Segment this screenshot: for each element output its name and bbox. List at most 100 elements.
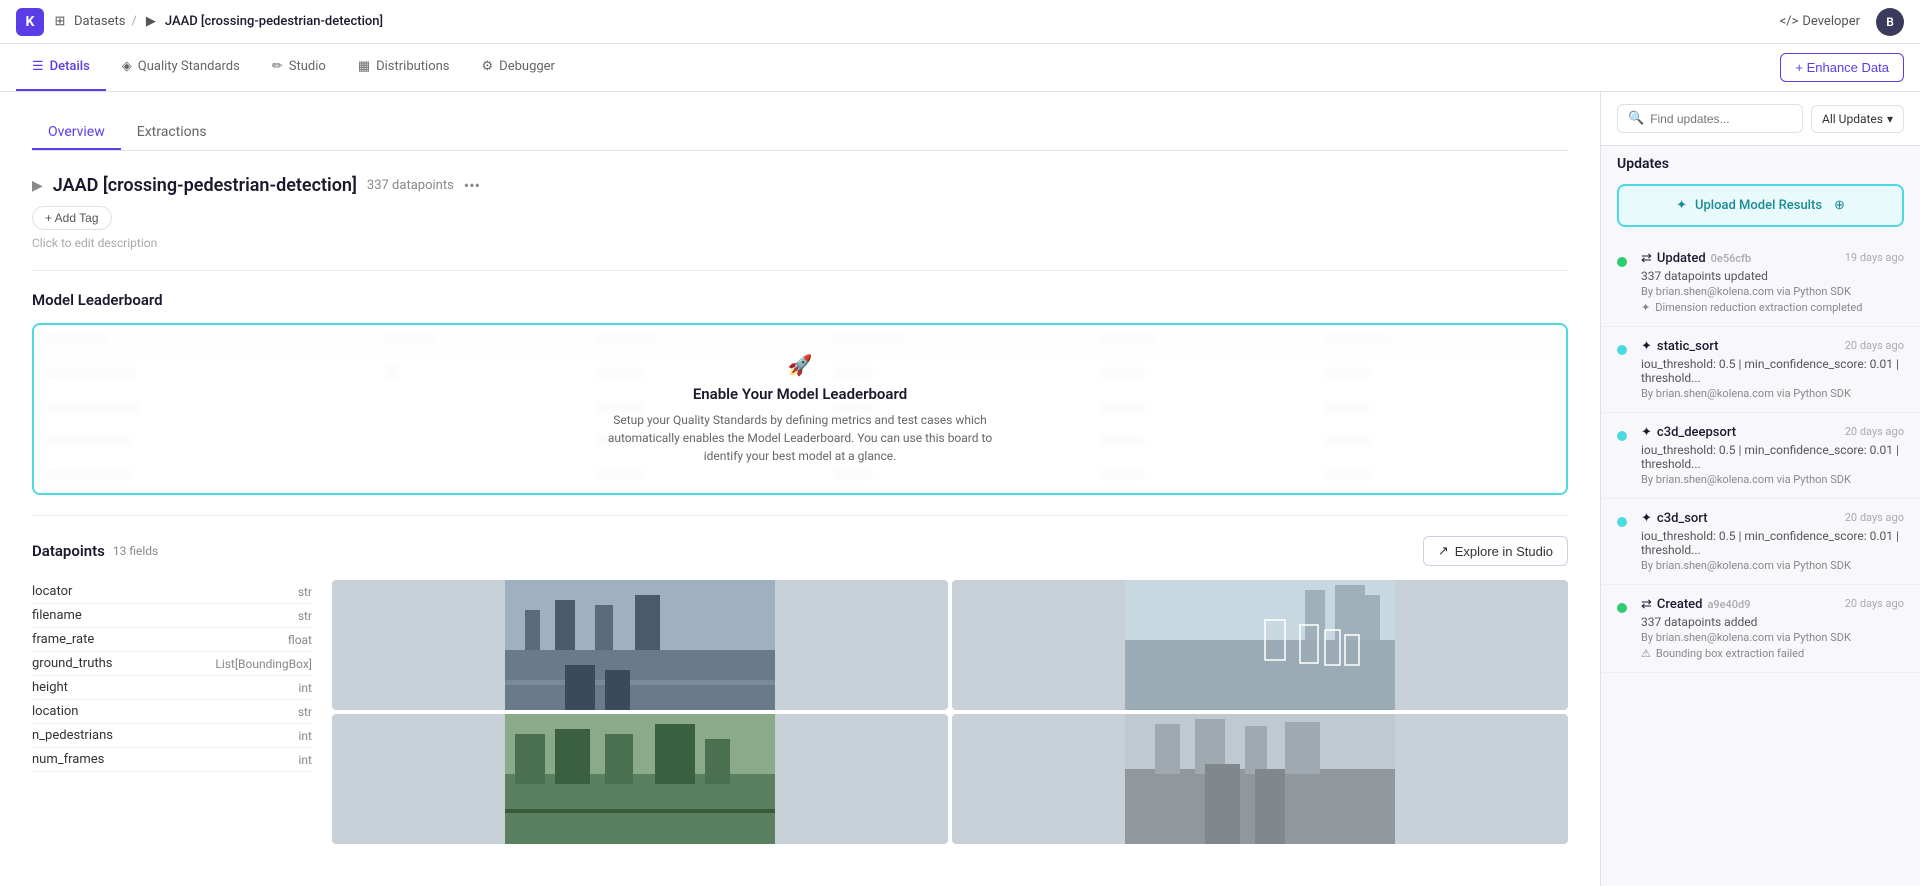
timeline-item-header: ✦ static_sort 20 days ago — [1641, 339, 1904, 354]
explore-icon: ↗ — [1438, 543, 1449, 559]
timeline-item-note: ⚠ Bounding box extraction failed — [1641, 647, 1904, 660]
debug-icon: ⚙ — [482, 59, 494, 74]
more-options-button[interactable]: ••• — [464, 176, 480, 195]
avatar[interactable]: B — [1876, 8, 1904, 36]
tab-studio[interactable]: ✏ Studio — [256, 44, 342, 91]
time-ago: 20 days ago — [1845, 511, 1904, 524]
timeline-item-name: ⇄ Updated 0e56cfb — [1641, 251, 1751, 266]
timeline-item-desc: iou_threshold: 0.5 | min_confidence_scor… — [1641, 357, 1904, 385]
timeline-item-header: ⇄ Updated 0e56cfb 19 days ago — [1641, 251, 1904, 266]
leaderboard-title: Model Leaderboard — [32, 291, 1568, 309]
timeline-dot-green — [1617, 257, 1627, 267]
timeline-item-desc: iou_threshold: 0.5 | min_confidence_scor… — [1641, 443, 1904, 471]
timeline-item-name: ✦ c3d_deepsort — [1641, 425, 1736, 440]
field-name: frame_rate — [32, 632, 94, 647]
edit-description[interactable]: Click to edit description — [32, 236, 1568, 250]
images-grid — [332, 580, 1568, 844]
field-row: n_pedestrians int — [32, 724, 312, 748]
search-icon: 🔍 — [1628, 111, 1644, 126]
asterisk-icon: ✦ — [1641, 339, 1652, 354]
fields-list: locator str filename str frame_rate floa… — [32, 580, 312, 844]
top-nav-left: K ⊞ Datasets / ▶ JAAD [crossing-pedestri… — [16, 8, 383, 36]
quality-icon: ◈ — [122, 59, 132, 74]
list-item: ⇄ Updated 0e56cfb 19 days ago 337 datapo… — [1601, 239, 1920, 327]
commit-hash: 0e56cfb — [1711, 252, 1751, 265]
details-icon: ☰ — [32, 59, 44, 74]
search-box[interactable]: 🔍 — [1617, 104, 1803, 133]
right-panel: 🔍 All Updates ▾ Updates ✦ Upload Model R… — [1600, 92, 1920, 886]
tab-dist-label: Distributions — [376, 59, 449, 74]
explore-label: Explore in Studio — [1455, 544, 1553, 559]
timeline-item-by: By brian.shen@kolena.com via Python SDK — [1641, 387, 1904, 400]
upload-label: Upload Model Results — [1695, 198, 1822, 213]
note-text: Bounding box extraction failed — [1656, 647, 1804, 660]
dataset-icon: ▶ — [143, 14, 159, 30]
rocket-icon: 🚀 — [788, 353, 813, 377]
filter-dropdown[interactable]: All Updates ▾ — [1811, 105, 1904, 133]
field-row: frame_rate float — [32, 628, 312, 652]
asterisk-icon: ✦ — [1641, 425, 1652, 440]
timeline-item-desc: iou_threshold: 0.5 | min_confidence_scor… — [1641, 529, 1904, 557]
divider-2 — [32, 515, 1568, 516]
breadcrumb: ⊞ Datasets / ▶ JAAD [crossing-pedestrian… — [52, 14, 383, 30]
top-nav: K ⊞ Datasets / ▶ JAAD [crossing-pedestri… — [0, 0, 1920, 44]
model-name: c3d_deepsort — [1657, 425, 1736, 440]
datasets-icon: ⊞ — [52, 14, 68, 30]
field-type: str — [298, 609, 312, 623]
field-row: locator str — [32, 580, 312, 604]
datapoint-image — [332, 580, 948, 710]
tab-quality-standards[interactable]: ◈ Quality Standards — [106, 44, 256, 91]
sub-tab-extractions[interactable]: Extractions — [121, 116, 223, 150]
developer-label: </> Developer — [1780, 14, 1860, 29]
timeline-item-note: ✦ Dimension reduction extraction complet… — [1641, 301, 1904, 314]
commit-hash: a9e40d9 — [1707, 598, 1750, 611]
updated-label: Updated — [1657, 251, 1706, 266]
enhance-data-button[interactable]: + Enhance Data — [1780, 53, 1904, 82]
time-ago: 20 days ago — [1845, 425, 1904, 438]
timeline-item-by: By brian.shen@kolena.com via Python SDK — [1641, 473, 1904, 486]
main-layout: Overview Extractions ▶ JAAD [crossing-pe… — [0, 92, 1920, 886]
leaderboard-container: 🚀 Enable Your Model Leaderboard Setup yo… — [32, 323, 1568, 495]
field-name: ground_truths — [32, 656, 112, 671]
list-item: ✦ static_sort 20 days ago iou_threshold:… — [1601, 327, 1920, 413]
list-item: ✦ c3d_deepsort 20 days ago iou_threshold… — [1601, 413, 1920, 499]
datapoint-image — [952, 580, 1568, 710]
field-type: float — [288, 633, 312, 647]
arrow-icon: ⇄ — [1641, 597, 1652, 612]
datapoints-section-title: Datapoints — [32, 542, 105, 560]
tab-distributions[interactable]: ▦ Distributions — [342, 44, 466, 91]
upload-model-results-button[interactable]: ✦ Upload Model Results ⊕ — [1617, 184, 1904, 227]
explore-studio-button[interactable]: ↗ Explore in Studio — [1423, 536, 1568, 566]
timeline-item-name: ✦ c3d_sort — [1641, 511, 1708, 526]
field-row: ground_truths List[BoundingBox] — [32, 652, 312, 676]
timeline-item-desc: 337 datapoints updated — [1641, 269, 1904, 283]
datapoints-layout: locator str filename str frame_rate floa… — [32, 580, 1568, 844]
studio-icon: ✏ — [272, 59, 283, 74]
add-tag-button[interactable]: + Add Tag — [32, 206, 112, 230]
field-name: height — [32, 680, 68, 695]
breadcrumb-datasets[interactable]: Datasets — [74, 14, 126, 29]
fields-count: 13 fields — [113, 544, 158, 558]
sub-tab-overview[interactable]: Overview — [32, 116, 121, 150]
dist-icon: ▦ — [358, 59, 370, 74]
datapoint-image — [332, 714, 948, 844]
time-ago: 20 days ago — [1845, 339, 1904, 352]
timeline-item-header: ⇄ Created a9e40d9 20 days ago — [1641, 597, 1904, 612]
field-name: locator — [32, 584, 72, 599]
dataset-header: ▶ JAAD [crossing-pedestrian-detection] 3… — [32, 175, 1568, 196]
field-type: List[BoundingBox] — [215, 657, 312, 671]
field-row: height int — [32, 676, 312, 700]
model-name: c3d_sort — [1657, 511, 1708, 526]
tab-debugger[interactable]: ⚙ Debugger — [466, 44, 571, 91]
search-input[interactable] — [1650, 112, 1792, 126]
list-item: ⇄ Created a9e40d9 20 days ago 337 datapo… — [1601, 585, 1920, 673]
tab-details[interactable]: ☰ Details — [16, 44, 106, 91]
field-name: n_pedestrians — [32, 728, 113, 743]
panel-title: Updates — [1601, 146, 1920, 172]
tabs: ☰ Details ◈ Quality Standards ✏ Studio ▦… — [16, 44, 571, 91]
field-type: str — [298, 705, 312, 719]
note-text: Dimension reduction extraction completed — [1655, 301, 1862, 314]
app-logo: K — [16, 8, 44, 36]
timeline-item-header: ✦ c3d_sort 20 days ago — [1641, 511, 1904, 526]
datapoint-image — [952, 714, 1568, 844]
